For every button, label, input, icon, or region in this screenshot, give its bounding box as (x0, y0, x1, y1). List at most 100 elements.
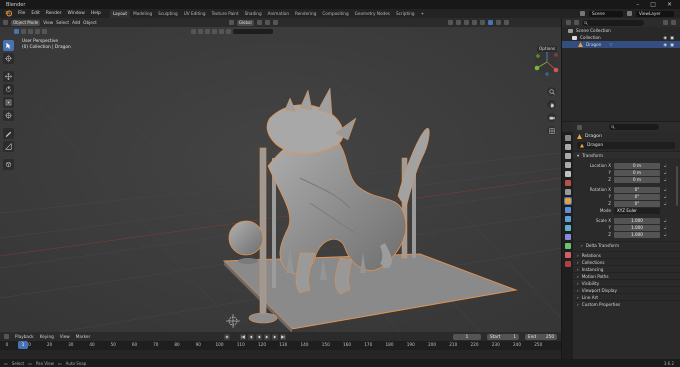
viewport-tool-icon-4[interactable] (212, 28, 217, 34)
transform-orientation-selector[interactable]: Global (236, 19, 254, 26)
lock-icon[interactable]: 🔓︎ (664, 170, 667, 175)
minimize-icon[interactable]: – (636, 1, 639, 8)
options-dropdown[interactable]: Options (537, 46, 558, 52)
tab-shading[interactable]: Shading (242, 10, 265, 18)
world-tab-icon[interactable] (564, 180, 571, 186)
viewport-display-panel[interactable]: › Viewport Display (573, 286, 680, 293)
rotation-x-field[interactable]: 0° (614, 186, 660, 193)
start-frame-field[interactable]: Start 1 (487, 333, 519, 340)
lock-icon[interactable]: 🔓︎ (664, 225, 667, 230)
close-icon[interactable]: ✕ (667, 1, 672, 8)
properties-search-field[interactable] (609, 124, 659, 130)
playhead[interactable]: 1 (18, 341, 29, 349)
move-tool[interactable] (3, 71, 14, 82)
location-z-field[interactable]: 0 m (614, 176, 660, 183)
select-invert-icon[interactable] (35, 28, 40, 34)
modifier-tab-icon[interactable] (564, 207, 571, 213)
record-icon[interactable] (224, 333, 231, 340)
timeline-editor-icon[interactable] (4, 334, 9, 339)
grid-icon[interactable] (547, 126, 556, 135)
view-layer-tab-icon[interactable] (564, 162, 571, 168)
texture-tab-icon[interactable] (564, 261, 571, 267)
instancing-panel[interactable]: › Instancing (573, 265, 680, 272)
menu-window[interactable]: Window (65, 11, 88, 16)
snap-target-icon[interactable] (191, 28, 196, 34)
lock-icon[interactable]: 🔓︎ (664, 163, 667, 168)
lock-icon[interactable]: 🔓︎ (664, 218, 667, 223)
output-tab-icon[interactable] (564, 153, 571, 159)
select-extend-icon[interactable] (21, 28, 26, 34)
relations-panel[interactable]: › Relations (573, 251, 680, 258)
end-frame-field[interactable]: End 250 (525, 333, 557, 340)
tab-scripting[interactable]: Scripting (393, 10, 418, 18)
timeline-menu-playback[interactable]: Playback (15, 334, 34, 339)
motion-paths-panel[interactable]: › Motion Paths (573, 272, 680, 279)
visibility-panel[interactable]: › Visibility (573, 279, 680, 286)
next-keyframe-icon[interactable] (272, 333, 279, 340)
rotation-mode-select[interactable]: XYZ Euler (614, 207, 660, 214)
tab-geometry-nodes[interactable]: Geometry Nodes (352, 10, 393, 18)
rotate-tool[interactable] (3, 84, 14, 95)
xray-toggle-icon[interactable] (471, 20, 477, 25)
outliner-filter-icon[interactable] (574, 20, 579, 25)
select-intersect-icon[interactable] (42, 28, 47, 34)
shading-solid-icon[interactable] (487, 20, 493, 25)
transform-tool[interactable] (3, 110, 14, 121)
keyframe-area[interactable] (0, 350, 561, 359)
tab-modeling[interactable]: Modeling (130, 10, 155, 18)
tab-compositing[interactable]: Compositing (319, 10, 351, 18)
outliner-row-dragon[interactable]: Dragon ▽ ◉ ▣ (562, 41, 680, 48)
viewport-3d[interactable]: Object Mode View Select Add Object Globa… (0, 18, 561, 332)
view-layer-selector[interactable]: ViewLayer (636, 10, 674, 17)
transform-panel-header[interactable]: ▾ Transform (573, 151, 680, 158)
eye-icon[interactable]: ◉ (663, 35, 667, 40)
mode-selector[interactable]: Object Mode (11, 19, 41, 26)
menu-render[interactable]: Render (43, 11, 65, 16)
lock-icon[interactable]: 🔓︎ (664, 232, 667, 237)
select-box-icon[interactable] (14, 28, 19, 34)
add-cube-tool[interactable] (3, 159, 14, 170)
viewport-search-field[interactable] (233, 28, 273, 34)
location-y-field[interactable]: 0 m (614, 169, 660, 176)
add-workspace-button[interactable]: + (418, 10, 428, 18)
select-subtract-icon[interactable] (28, 28, 33, 34)
menu-help[interactable]: Help (88, 11, 104, 16)
data-tab-icon[interactable] (564, 243, 571, 249)
new-collection-icon[interactable] (671, 20, 676, 25)
select-box-tool[interactable] (3, 40, 14, 51)
outliner-row-scene-collection[interactable]: Scene Collection (562, 27, 680, 34)
visibility-icon[interactable] (447, 20, 453, 25)
timeline-menu-view[interactable]: View (60, 334, 70, 339)
collection-tab-icon[interactable] (564, 189, 571, 195)
lock-icon[interactable]: 🔓︎ (664, 177, 667, 182)
tab-layout[interactable]: Layout (109, 9, 131, 18)
scale-tool[interactable] (3, 97, 14, 108)
gizmo-toggle-icon[interactable] (455, 20, 461, 25)
annotate-tool[interactable] (3, 128, 14, 139)
tab-animation[interactable]: Animation (265, 10, 292, 18)
line-art-panel[interactable]: › Line Art (573, 293, 680, 300)
lock-icon[interactable]: 🔓︎ (664, 187, 667, 192)
properties-scrollbar[interactable] (676, 166, 678, 206)
location-x-field[interactable]: 0 m (614, 162, 660, 169)
outliner-funnel-icon[interactable] (663, 20, 668, 25)
viewport-menu-object[interactable]: Object (83, 20, 97, 25)
lock-icon[interactable]: 🔓︎ (664, 194, 667, 199)
custom-properties-panel[interactable]: › Custom Properties (573, 300, 680, 307)
shading-material-icon[interactable] (495, 20, 501, 25)
menu-edit[interactable]: Edit (28, 11, 43, 16)
collections-panel[interactable]: › Collections (573, 258, 680, 265)
render-tab-icon[interactable] (564, 144, 571, 150)
play-icon[interactable] (264, 333, 271, 340)
timeline-menu-marker[interactable]: Marker (76, 334, 90, 339)
frame-ruler[interactable]: 0 10 20 30 40 50 60 70 80 90 100 110 120 130 140 150 160… (0, 341, 561, 350)
shading-rendered-icon[interactable] (503, 20, 509, 25)
snap-icon[interactable] (264, 20, 270, 25)
shading-wireframe-icon[interactable] (479, 20, 485, 25)
play-reverse-icon[interactable] (256, 333, 263, 340)
current-frame-field[interactable]: 1 (453, 333, 481, 340)
eye-icon[interactable]: ◉ (663, 42, 667, 47)
outliner-row-collection[interactable]: Collection ◉ ▣ (562, 34, 680, 41)
lock-icon[interactable]: 🔓︎ (664, 201, 667, 206)
outliner-editor-icon[interactable] (566, 20, 571, 25)
